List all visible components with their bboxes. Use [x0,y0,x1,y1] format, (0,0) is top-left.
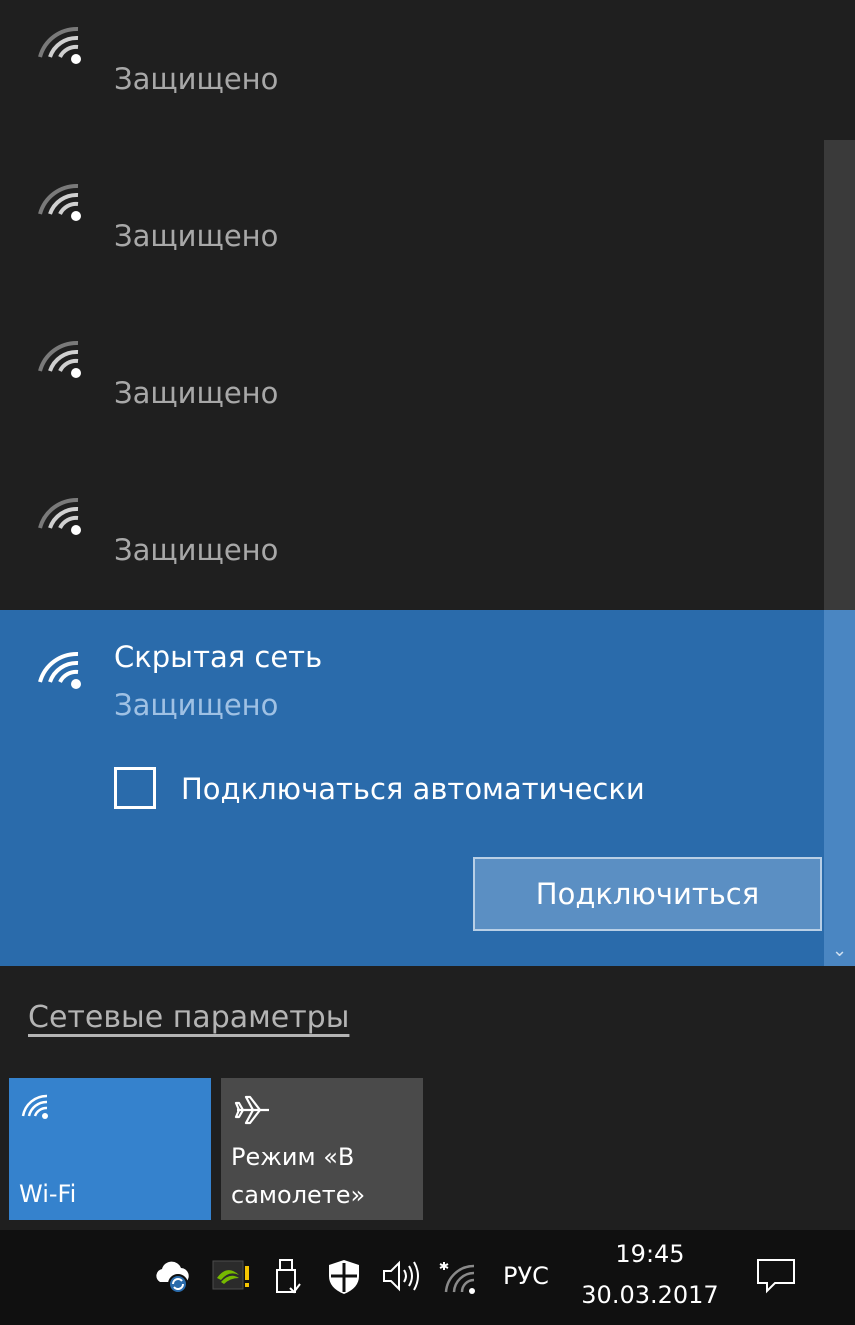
clock-time[interactable]: 19:45 [570,1240,730,1268]
wifi-signal-icon [38,497,81,535]
nvidia-icon[interactable] [212,1258,250,1292]
wifi-signal-icon [38,183,81,221]
auto-connect-label: Подключаться автоматически [181,772,645,806]
wifi-signal-icon [38,340,81,378]
network-item[interactable]: Защищено [0,157,824,314]
selected-network-item[interactable]: Скрытая сеть Защищено Подключаться автом… [0,610,824,966]
wifi-signal-icon [38,651,81,689]
network-item[interactable]: Защищено [0,314,824,471]
wifi-tray-icon[interactable] [438,1258,482,1296]
network-status: Защищено [114,533,279,567]
airplane-label-line1: Режим «В [231,1143,355,1171]
volume-icon[interactable] [381,1258,423,1294]
network-status: Защищено [114,376,279,410]
network-status: Защищено [114,62,279,96]
wifi-tile-label: Wi-Fi [19,1180,77,1208]
wifi-toggle-tile[interactable]: Wi-Fi [9,1078,211,1220]
scrollbar-track[interactable] [824,610,855,966]
network-list: Защищено Защищено Защищено Защищено Скры… [0,0,824,966]
network-settings-link[interactable]: Сетевые параметры [28,1000,349,1035]
wifi-icon [21,1094,48,1119]
airplane-tile-label: Режим «В самолете» [231,1138,365,1214]
usb-device-icon[interactable] [272,1258,302,1296]
action-center-notification-icon[interactable] [755,1257,797,1295]
network-status: Защищено [114,219,279,253]
scrollbar-track[interactable] [824,0,855,140]
network-name: Скрытая сеть [114,640,323,674]
connect-button[interactable]: Подключиться [473,857,822,931]
scroll-down-arrow-icon[interactable]: ⌄ [824,936,855,966]
network-flyout: Защищено Защищено Защищено Защищено Скры… [0,0,855,1230]
network-list-scrollbar[interactable]: ⌄ [824,0,855,966]
airplane-icon [234,1095,269,1125]
network-item[interactable]: Защищено [0,471,824,628]
cloud-sync-icon[interactable] [152,1258,194,1294]
network-item[interactable]: Защищено [0,0,824,157]
taskbar: РУС 19:45 30.03.2017 [0,1230,855,1325]
airplane-mode-tile[interactable]: Режим «В самолете» [221,1078,423,1220]
input-language-indicator[interactable]: РУС [503,1262,549,1290]
network-status: Защищено [114,688,279,722]
clock-date[interactable]: 30.03.2017 [570,1281,730,1309]
wifi-signal-icon [38,26,81,64]
windows-defender-shield-icon[interactable] [326,1258,362,1296]
airplane-label-line2: самолете» [231,1181,366,1209]
auto-connect-checkbox[interactable] [114,767,156,809]
scrollbar-thumb[interactable] [824,140,855,610]
